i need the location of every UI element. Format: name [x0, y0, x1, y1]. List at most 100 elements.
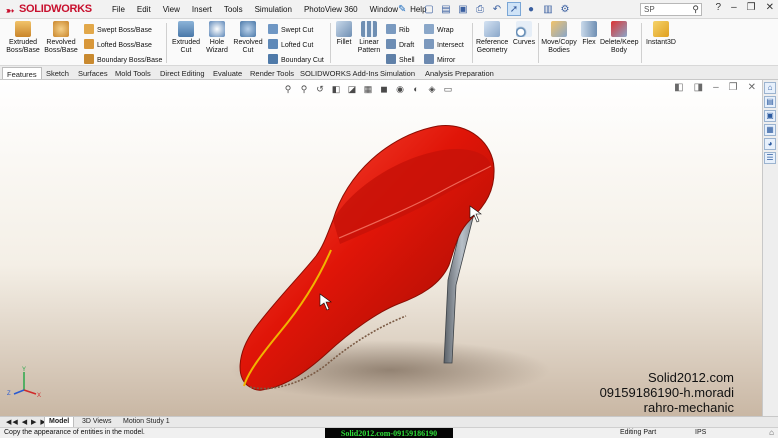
options-gear-icon[interactable]: ⚙: [558, 2, 572, 16]
unit-system-selector[interactable]: IPS: [695, 429, 706, 436]
watermark-banner: Solid2012.com-09159186190: [325, 428, 453, 438]
instant3d-button[interactable]: Instant3D: [644, 21, 678, 47]
tab-analysis-preparation[interactable]: Analysis Preparation: [421, 67, 498, 79]
select-cursor-icon[interactable]: ➚: [507, 2, 521, 16]
fillet-icon: [336, 21, 352, 37]
search-placeholder: SP: [644, 5, 655, 14]
menu-file[interactable]: File: [106, 0, 131, 19]
menu-photoview[interactable]: PhotoView 360: [298, 0, 364, 19]
shell-button[interactable]: Shell: [386, 54, 415, 64]
print-icon[interactable]: ⎙: [473, 2, 487, 16]
menu-edit[interactable]: Edit: [131, 0, 157, 19]
ribbon-divider: [641, 23, 642, 63]
search-icon[interactable]: ⚲: [692, 4, 699, 15]
curves-button[interactable]: Curves: [512, 21, 536, 47]
solidworks-resources-icon[interactable]: ⌂: [764, 82, 776, 94]
restore-icon[interactable]: ❐: [747, 2, 756, 13]
extruded-cut-button[interactable]: Extruded Cut: [170, 21, 202, 55]
rib-icon: [386, 24, 396, 34]
tab-sketch[interactable]: Sketch: [42, 67, 73, 79]
lofted-cut-button[interactable]: Lofted Cut: [268, 39, 313, 49]
instant3d-icon: [653, 21, 669, 37]
menu-simulation[interactable]: Simulation: [249, 0, 298, 19]
extruded-cut-icon: [178, 21, 194, 37]
command-manager: Extruded Boss/Base Revolved Boss/Base Sw…: [0, 19, 778, 66]
shoe-model[interactable]: [0, 80, 762, 416]
tab-evaluate[interactable]: Evaluate: [209, 67, 246, 79]
linear-pattern-button[interactable]: Linear Pattern: [356, 21, 382, 55]
watermark-phone: 09159186190-h.moradi: [599, 385, 734, 400]
rib-button[interactable]: Rib: [386, 24, 410, 34]
mirror-button[interactable]: Mirror: [424, 54, 455, 64]
boundary-boss-button[interactable]: Boundary Boss/Base: [84, 54, 162, 64]
menu-tools[interactable]: Tools: [218, 0, 249, 19]
wrap-label: Wrap: [437, 27, 454, 34]
task-pane-tabs: ⌂ ▤ ▣ ▦ ◕ ☰: [762, 80, 778, 416]
fillet-button[interactable]: Fillet: [334, 21, 354, 47]
pin-icon[interactable]: ✎: [398, 4, 406, 15]
title-bar: ➳ SOLIDWORKS File Edit View Insert Tools …: [0, 0, 778, 19]
file-explorer-icon[interactable]: ▣: [764, 110, 776, 122]
file-properties-icon[interactable]: ▥: [541, 2, 555, 16]
ribbon-divider: [166, 23, 167, 63]
delete-keep-body-button[interactable]: Delete/Keep Body: [600, 21, 639, 55]
search-commands-input[interactable]: SP ⚲: [640, 3, 702, 16]
open-folder-icon[interactable]: ▤: [439, 2, 453, 16]
rebuild-icon[interactable]: ●: [524, 2, 538, 16]
customize-status-icon[interactable]: ⌂: [769, 428, 774, 437]
extruded-boss-button[interactable]: Extruded Boss/Base: [6, 21, 40, 55]
hole-wizard-icon: [209, 21, 225, 37]
swept-cut-button[interactable]: Swept Cut: [268, 24, 313, 34]
revolved-boss-label: Revolved Boss/Base: [44, 39, 78, 54]
custom-properties-icon[interactable]: ☰: [764, 152, 776, 164]
tab-features[interactable]: Features: [2, 67, 42, 79]
intersect-icon: [424, 39, 434, 49]
tab-direct-editing[interactable]: Direct Editing: [156, 67, 209, 79]
quick-access-toolbar: ▢ ▤ ▣ ⎙ ↶ ➚ ● ▥ ⚙: [422, 2, 572, 16]
draft-button[interactable]: Draft: [386, 39, 414, 49]
tab-surfaces[interactable]: Surfaces: [74, 67, 112, 79]
status-mode: Editing Part: [620, 429, 657, 436]
menu-insert[interactable]: Insert: [186, 0, 218, 19]
graphics-area[interactable]: ⚲ ⚲ ↺ ◧ ◪ ▦ ◼ ◉ ◐ ◈ ▭ ◧ ◨ – ❐ ✕ Solid201…: [0, 80, 762, 416]
draft-label: Draft: [399, 42, 415, 49]
tab-simulation[interactable]: Simulation: [376, 67, 419, 79]
mirror-label: Mirror: [437, 57, 456, 64]
boundary-boss-label: Boundary Boss/Base: [97, 57, 163, 64]
tab-solidworks-add-ins[interactable]: SOLIDWORKS Add-Ins: [296, 67, 382, 79]
revolved-cut-label: Revolved Cut: [233, 39, 263, 54]
move-copy-bodies-button[interactable]: Move/Copy Bodies: [540, 21, 578, 55]
save-icon[interactable]: ▣: [456, 2, 470, 16]
design-library-icon[interactable]: ▤: [764, 96, 776, 108]
revolved-cut-button[interactable]: Revolved Cut: [232, 21, 264, 55]
undo-icon[interactable]: ↶: [490, 2, 504, 16]
menu-view[interactable]: View: [157, 0, 186, 19]
close-icon[interactable]: ✕: [766, 2, 774, 13]
new-document-icon[interactable]: ▢: [422, 2, 436, 16]
swept-boss-button[interactable]: Swept Boss/Base: [84, 24, 152, 34]
reference-triad[interactable]: Y X Z: [4, 364, 44, 400]
app-name: SOLIDWORKS: [19, 3, 92, 15]
lofted-icon: [84, 39, 94, 49]
curves-icon: [516, 21, 532, 37]
delete-keep-icon: [611, 21, 627, 37]
view-palette-icon[interactable]: ▦: [764, 124, 776, 136]
lofted-boss-button[interactable]: Lofted Boss/Base: [84, 39, 152, 49]
model-tabs-bar: ◀◀ ◀ ▶ ▶▶ Model 3D Views Motion Study 1: [0, 416, 778, 428]
reference-geometry-button[interactable]: Reference Geometry: [476, 21, 508, 55]
draft-icon: [386, 39, 396, 49]
flex-button[interactable]: Flex: [580, 21, 598, 47]
tab-mold-tools[interactable]: Mold Tools: [111, 67, 155, 79]
revolved-boss-button[interactable]: Revolved Boss/Base: [44, 21, 78, 55]
hole-wizard-button[interactable]: Hole Wizard: [204, 21, 230, 55]
minimize-icon[interactable]: –: [731, 2, 737, 13]
help-icon[interactable]: ?: [716, 2, 722, 13]
lofted-cut-label: Lofted Cut: [281, 42, 314, 49]
command-manager-tabs: Features Sketch Surfaces Mold Tools Dire…: [0, 66, 778, 80]
wrap-button[interactable]: Wrap: [424, 24, 454, 34]
intersect-button[interactable]: Intersect: [424, 39, 464, 49]
tab-render-tools[interactable]: Render Tools: [246, 67, 298, 79]
boundary-cut-button[interactable]: Boundary Cut: [268, 54, 324, 64]
appearances-scenes-icon[interactable]: ◕: [764, 138, 776, 150]
app-logo: ➳ SOLIDWORKS: [6, 3, 92, 17]
